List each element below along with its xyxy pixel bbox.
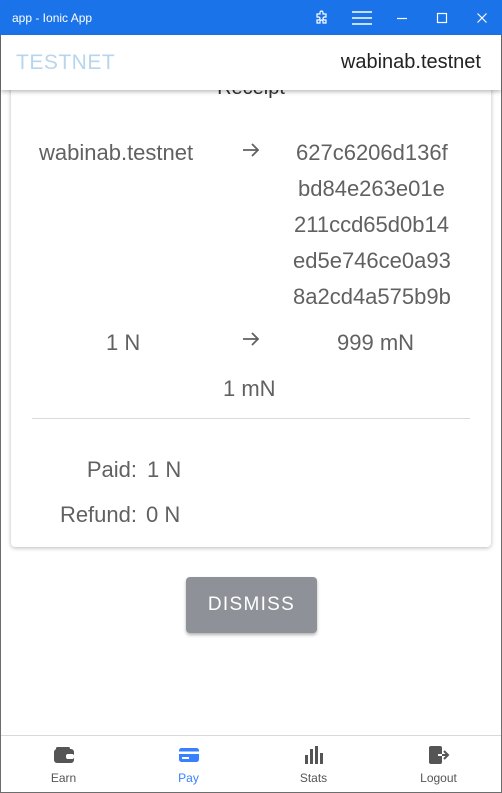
tab-stats[interactable]: Stats xyxy=(251,736,376,792)
tab-pay[interactable]: Pay xyxy=(126,736,251,792)
arrow-right-icon xyxy=(240,139,262,166)
network-brand: TESTNET xyxy=(16,50,116,74)
recipient-line: 8a2cd4a575b9b xyxy=(293,284,451,309)
recipient-line: ed5e746ce0a93 xyxy=(293,248,451,273)
sender-account: wabinab.testnet xyxy=(39,140,194,165)
recipient-line: bd84e263e01e xyxy=(298,176,445,201)
main-content: Receipt wabinab.testnet 627c6206d136f bd… xyxy=(1,90,501,735)
extensions-icon[interactable] xyxy=(302,0,342,35)
tab-label: Logout xyxy=(420,771,457,785)
receipt-card: Receipt wabinab.testnet 627c6206d136f bd… xyxy=(11,90,491,547)
logout-icon xyxy=(428,744,450,766)
receipt-title: Receipt xyxy=(11,90,491,100)
paid-value: 1 N xyxy=(147,457,182,482)
minimize-button[interactable] xyxy=(382,0,422,35)
tab-logout[interactable]: Logout xyxy=(376,736,501,792)
divider xyxy=(32,418,470,419)
dismiss-button[interactable]: DISMISS xyxy=(186,577,317,633)
wallet-icon xyxy=(53,744,75,766)
app-header: TESTNET wabinab.testnet xyxy=(1,35,501,90)
bottom-tab-bar: Earn Pay Stats Logout xyxy=(1,735,501,792)
amount-received: 999 mN xyxy=(337,330,415,355)
amount-sent: 1 N xyxy=(106,330,141,355)
window-title: app - Ionic App xyxy=(12,10,93,25)
account-name: wabinab.testnet xyxy=(340,51,481,73)
stats-icon xyxy=(303,744,325,766)
tab-earn[interactable]: Earn xyxy=(1,736,126,792)
recipient-line: 627c6206d136f xyxy=(296,140,448,165)
tab-label: Pay xyxy=(178,771,199,785)
arrow-right-icon xyxy=(240,328,262,355)
tab-label: Earn xyxy=(50,771,77,785)
window-titlebar: app - Ionic App xyxy=(0,0,502,35)
refund-label: Refund: xyxy=(59,502,137,527)
card-icon xyxy=(178,744,200,766)
recipient-line: 211ccd65d0b14 xyxy=(294,212,449,237)
maximize-button[interactable] xyxy=(422,0,462,35)
paid-label: Paid: xyxy=(86,457,137,482)
transaction-fee: 1 mN xyxy=(223,376,276,401)
refund-value: 0 N xyxy=(146,502,181,527)
close-button[interactable] xyxy=(462,0,502,35)
menu-icon[interactable] xyxy=(342,0,382,35)
tab-label: Stats xyxy=(299,771,328,785)
